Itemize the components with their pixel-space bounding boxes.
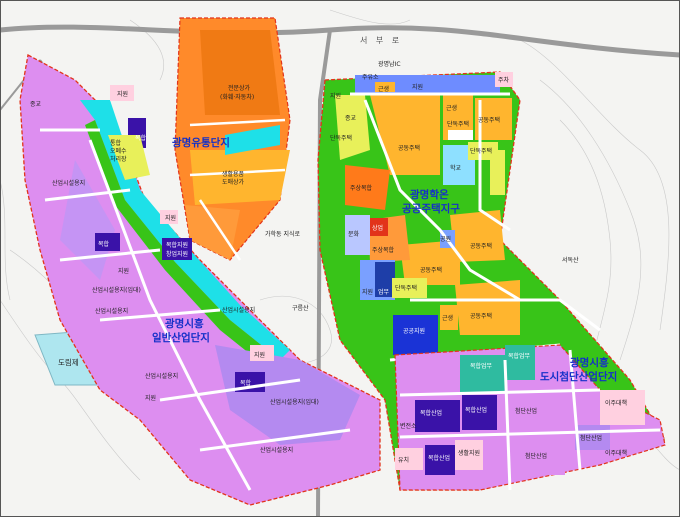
neighborhood-divider [448, 130, 473, 140]
label-jusang-1: 주상복합 [350, 184, 373, 192]
label-specialty-1: 전문상가 [228, 84, 251, 92]
label-danduk-2: 단독주택 [447, 120, 469, 128]
label-sanup-lease-1: 산업시설용지(임대) [92, 286, 141, 294]
label-jiwon-5: 지원 [145, 394, 156, 402]
place-gureumsan: 구름산 [292, 304, 309, 312]
label-bokhap-yutong-1: 복합지원 [166, 241, 188, 249]
label-wastewater-3: 처리장 [110, 155, 127, 163]
label-jiwon-hakon-3: 지원 [362, 288, 373, 296]
label-gongdong-5: 공동주택 [470, 313, 492, 320]
label-bokhap-upmu-2: 복합업무 [508, 352, 531, 360]
label-ijoo-2: 이주대책 [605, 449, 627, 457]
label-gongdong-1: 공동주택 [398, 145, 420, 152]
district-cheomdan-line2: 도시첨단산업단지 [540, 370, 617, 383]
label-bokhap-upmu-1: 복합업무 [470, 362, 493, 370]
label-upmu: 업무 [378, 288, 390, 296]
label-jiwon-4: 지원 [254, 351, 265, 359]
road-label-jisik-ro: 가학동 지식로 [265, 230, 301, 238]
label-cheomdan-1: 첨단산업 [515, 407, 537, 415]
label-gongdong-4: 공동주택 [420, 267, 442, 274]
label-jongyo-west: 종교 [30, 101, 42, 108]
label-gongdong-3: 공동주택 [470, 243, 492, 250]
label-hakgyo: 학교 [450, 164, 462, 172]
label-jusang-2: 주상복합 [372, 246, 395, 254]
label-bokhap-north: 복합 [135, 134, 147, 142]
label-bokhap-center: 복합 [240, 379, 252, 387]
label-wastewater-2: 오폐수 [110, 147, 127, 155]
place-seodoksan: 서독산 [562, 256, 579, 264]
label-saenghwal-jiwon: 생활지원 [458, 449, 480, 457]
label-bokhap-sanup-3: 복합산업 [428, 454, 450, 462]
label-sanup-3: 산업시설용지 [222, 306, 255, 314]
label-cheomdan-3: 첨단산업 [580, 434, 602, 442]
district-ilban-line2: 일반산업단지 [152, 331, 210, 344]
label-bokhap-sanup-2: 복합산업 [465, 406, 487, 414]
label-geunsaeng-1: 근생 [378, 85, 389, 93]
housing-block-5 [455, 280, 520, 335]
label-geunsaeng-3: 근생 [442, 314, 453, 322]
label-wastewater-1: 통합 [110, 139, 122, 147]
district-hakon-line1: 광명학온 [410, 188, 449, 201]
label-danduk-4: 단독주택 [395, 284, 417, 292]
district-ilban-line1: 광명시흥 [165, 317, 204, 330]
label-bokhap-sanup-1: 복합산업 [420, 409, 442, 417]
label-jucha: 주차 [498, 76, 510, 84]
label-jiwon-hakon-2: 지원 [330, 92, 341, 100]
label-gongdong-2: 공동주택 [478, 117, 500, 124]
label-specialty-2: (화훼·자동차) [220, 93, 254, 101]
detached-strip-east [490, 150, 505, 195]
label-sanup-1: 산업시설용지 [52, 179, 85, 187]
label-bokhap-yutong-2: 창업지원 [166, 250, 188, 258]
specialty-mall-parcel [200, 30, 280, 115]
label-jiwon-1: 지원 [117, 90, 128, 98]
label-danduk-3: 단독주택 [470, 147, 492, 155]
reservoir-label: 도림제 [58, 358, 79, 367]
road-label-ic: 광명남IC [378, 60, 401, 68]
label-sanup-lease-2: 산업시설용지(임대) [270, 398, 319, 406]
label-jiwon-2: 지원 [118, 267, 129, 275]
land-use-map: 서 부 로 광명남IC 가학동 지식로 도림제 종교 지원 통합 오폐수 처리장… [0, 0, 680, 517]
district-hakon-line2: 공공주택지구 [402, 202, 460, 215]
mixed-business-block-1 [460, 355, 505, 393]
label-juyuso: 주유소 [362, 74, 379, 81]
label-geunsaeng-2: 근생 [446, 104, 457, 112]
label-sanup-5: 산업시설용지 [260, 446, 293, 454]
relocation-block [600, 390, 645, 425]
label-ijoo-1: 이주대책 [605, 399, 627, 407]
label-munhwa: 문화 [348, 231, 360, 238]
mixed-business-block-2 [505, 345, 535, 380]
road-label-seobu-ro: 서 부 로 [360, 36, 402, 45]
label-jiwon-3: 지원 [165, 214, 176, 222]
label-sanup-4: 산업시설용지 [145, 372, 178, 380]
label-wholesale-2: 도매상가 [222, 178, 245, 186]
label-jongyo-hakon: 종교 [345, 115, 357, 122]
label-bokhap-west: 복합 [98, 240, 110, 248]
district-yutong: 광명유통단지 [172, 136, 230, 149]
label-wholesale-1: 생활용품 [222, 170, 245, 178]
label-sanup-2: 산업시설용지 [95, 307, 128, 315]
district-cheomdan-line1: 광명시흥 [570, 356, 609, 369]
label-danduk-1: 단독주택 [330, 134, 352, 142]
label-yuchi: 유치 [398, 456, 409, 464]
label-jiwon-hakon-1: 지원 [412, 83, 423, 91]
label-gongwon: 공원 [440, 235, 451, 243]
detached-strip-west [335, 95, 370, 160]
label-public-support: 공공지원 [403, 327, 425, 335]
label-byeonjeonso: 변전소 [400, 422, 417, 430]
label-cheomdan-2: 첨단산업 [525, 452, 547, 460]
public-support-block [393, 315, 438, 355]
label-sangeop: 상업 [372, 224, 383, 232]
